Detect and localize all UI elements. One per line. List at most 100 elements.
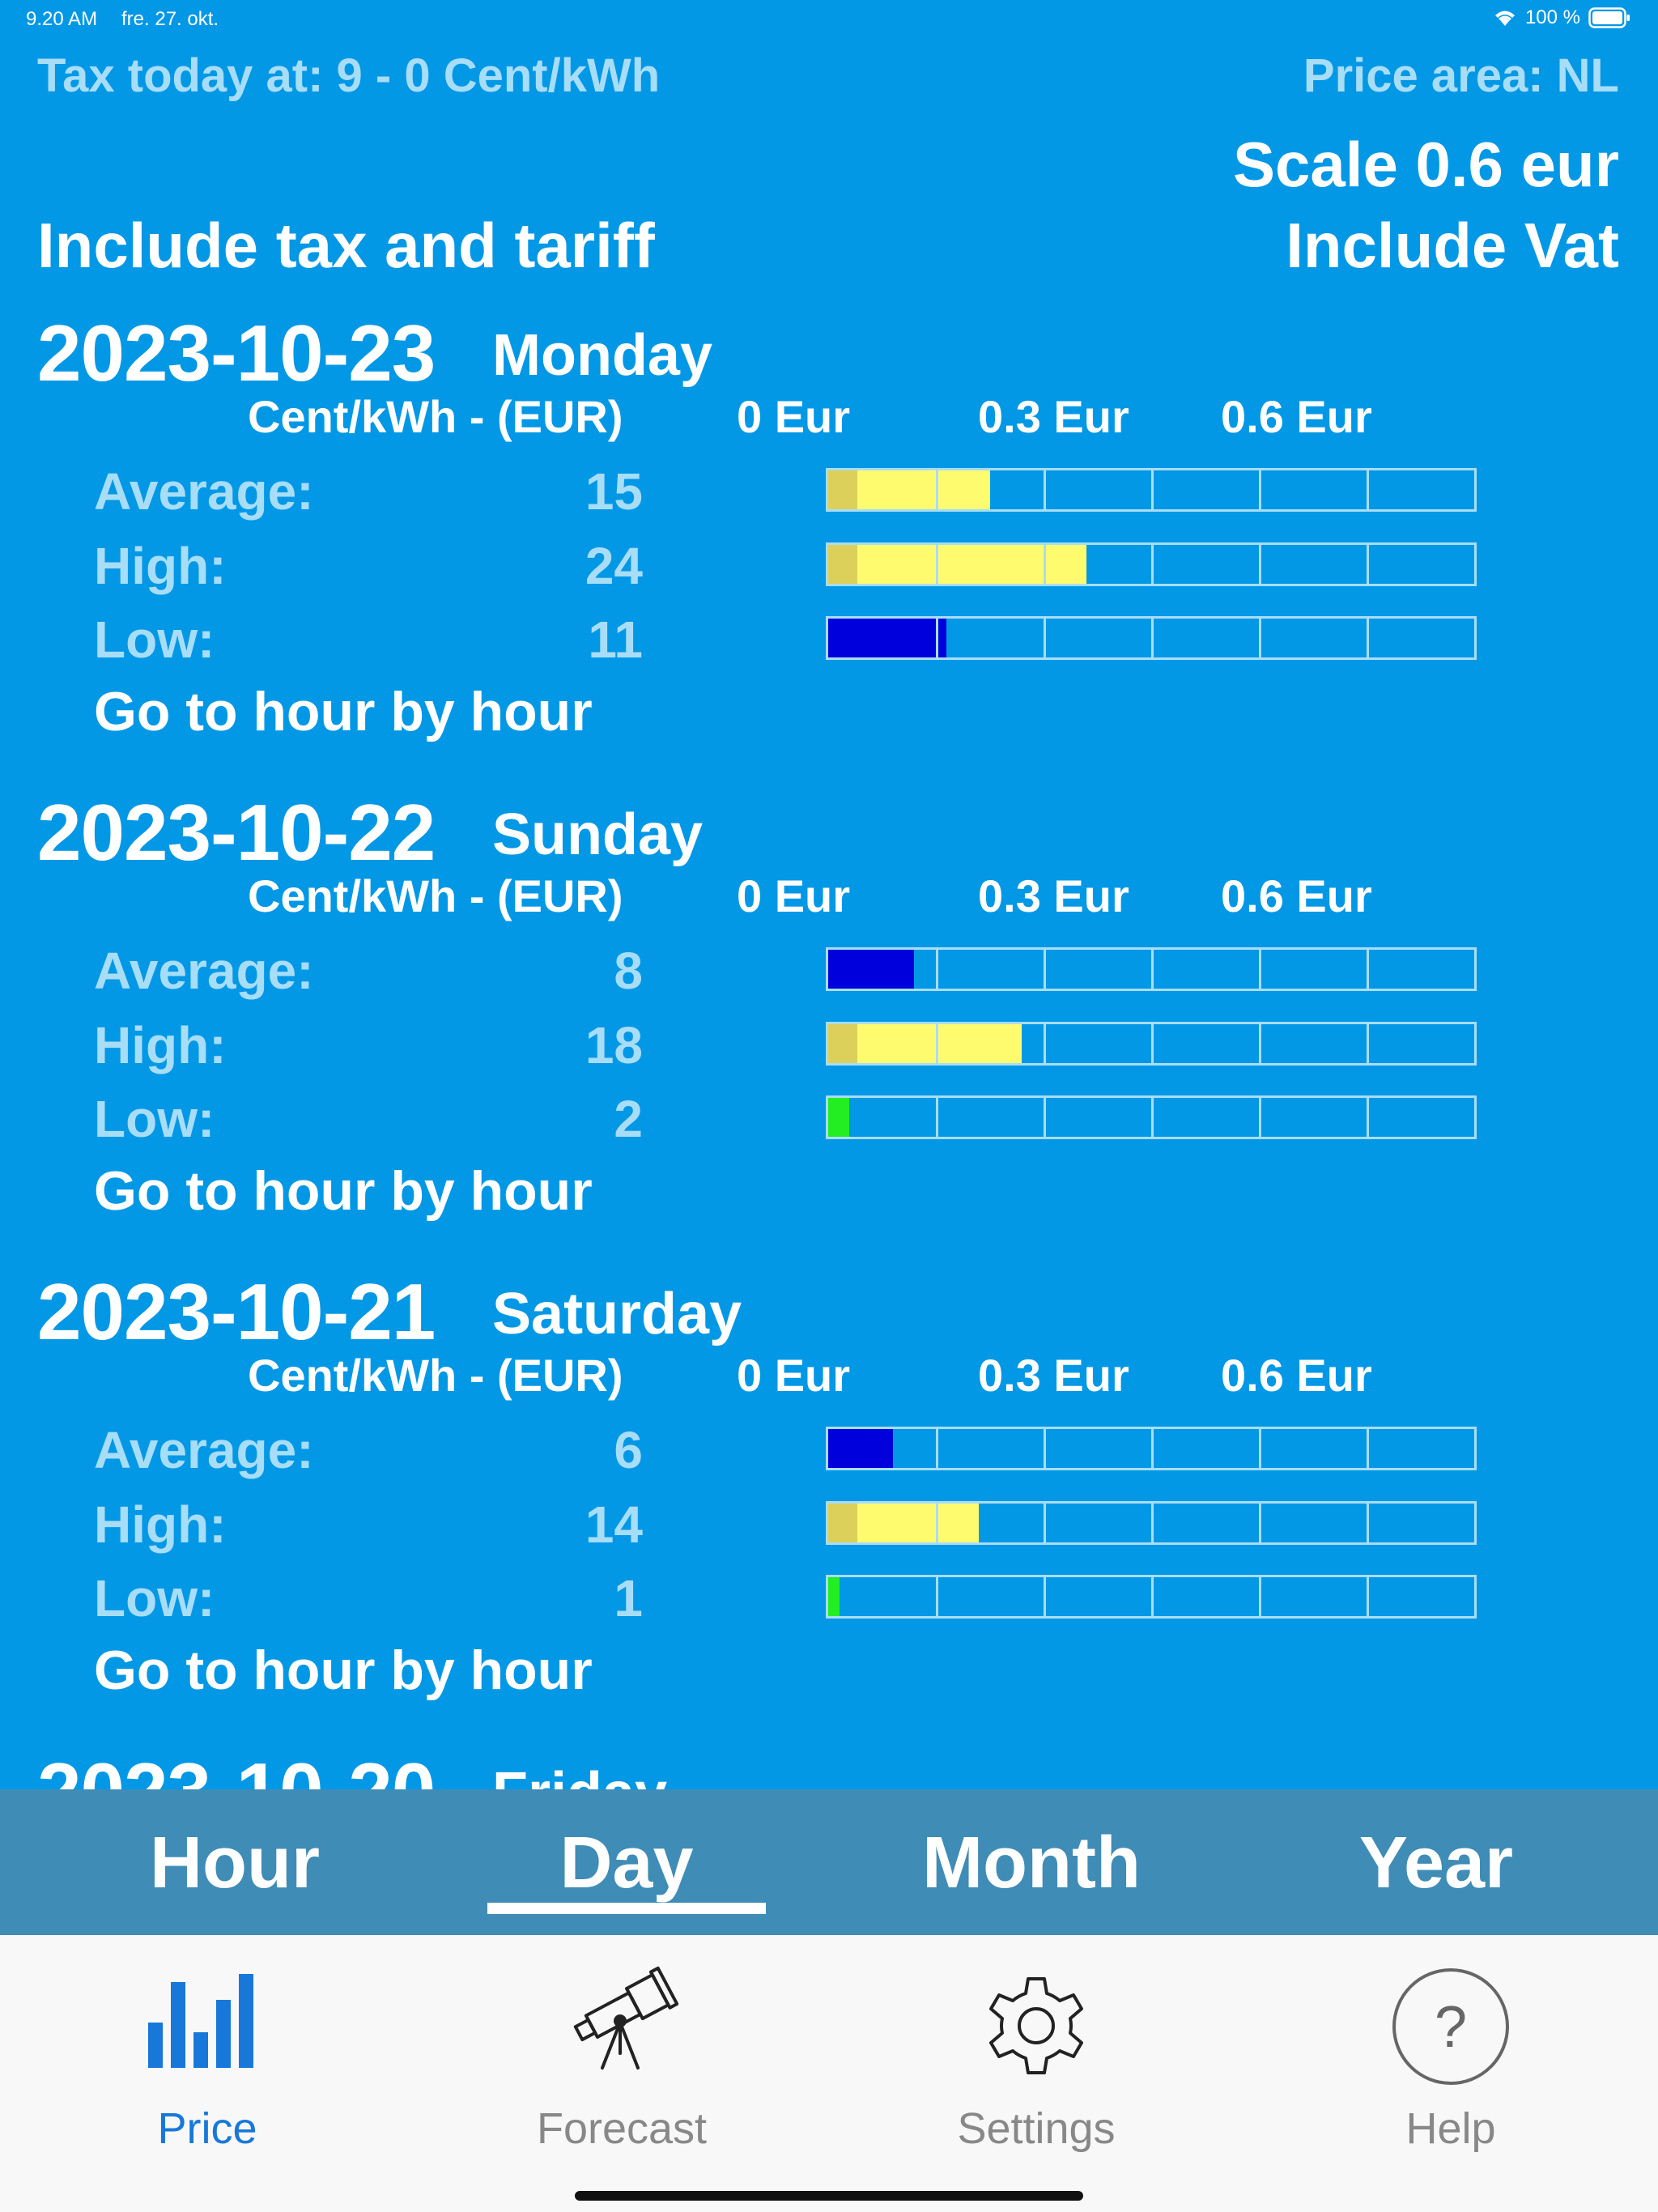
average-bar bbox=[826, 947, 1477, 991]
bar-chart-icon bbox=[147, 1966, 268, 2075]
bar-grid-line bbox=[935, 1024, 938, 1063]
bar-grid-line bbox=[935, 950, 938, 989]
battery-text: 100 % bbox=[1524, 6, 1580, 28]
goto-hour-link[interactable]: Go to hour by hour bbox=[94, 680, 593, 743]
status-date: fre. 27. okt. bbox=[121, 8, 219, 30]
high-value: 18 bbox=[585, 1016, 643, 1074]
bar-fill bbox=[828, 545, 1087, 584]
high-value: 14 bbox=[585, 1495, 643, 1554]
goto-hour-link[interactable]: Go to hour by hour bbox=[94, 1159, 593, 1223]
tab-settings[interactable]: Settings bbox=[829, 1935, 1244, 2178]
tab-bar: Price Forecast Settings ? Help bbox=[0, 1935, 1658, 2212]
bar-fill bbox=[828, 470, 990, 509]
bar-fill bbox=[828, 1098, 850, 1137]
bar-grid-line bbox=[1151, 1429, 1154, 1468]
segment-selected-indicator bbox=[487, 1903, 766, 1914]
tab-help[interactable]: ? Help bbox=[1244, 1935, 1658, 2178]
day-list[interactable]: 2023-10-23 Monday Cent/kWh - (EUR) 0 Eur… bbox=[0, 308, 1658, 1789]
bar-grid-line bbox=[1151, 950, 1154, 989]
bar-grid-line bbox=[1258, 1577, 1261, 1616]
day-weekday: Friday bbox=[492, 1760, 667, 1789]
bar-grid-line bbox=[1043, 545, 1046, 584]
scale-mid-label: 0.3 Eur bbox=[978, 870, 1129, 921]
scale-zero-label: 0 Eur bbox=[737, 1350, 851, 1401]
tab-label: Forecast bbox=[536, 2104, 708, 2153]
low-value: 1 bbox=[614, 1569, 643, 1627]
bar-grid-line bbox=[1043, 1024, 1046, 1063]
status-right: 100 % bbox=[1493, 6, 1630, 29]
bar-grid-line bbox=[1258, 545, 1261, 584]
tab-label: Price bbox=[157, 2104, 257, 2153]
telescope-icon bbox=[565, 1966, 679, 2075]
bar-grid-line bbox=[1043, 1098, 1046, 1137]
day-date: 2023-10-22 bbox=[37, 788, 436, 877]
scale-max-label: 0.6 Eur bbox=[1221, 391, 1372, 442]
tab-label: Help bbox=[1405, 2104, 1496, 2153]
low-label: Low: bbox=[94, 610, 215, 669]
bar-grid-line bbox=[935, 1098, 938, 1137]
low-value: 2 bbox=[614, 1090, 643, 1148]
average-value: 8 bbox=[614, 942, 643, 1000]
average-bar bbox=[826, 468, 1477, 512]
day-section: 2023-10-21 Saturday Cent/kWh - (EUR) 0 E… bbox=[0, 1266, 1658, 1746]
segment-month[interactable]: Month bbox=[902, 1822, 1161, 1905]
bar-grid-line bbox=[1258, 1429, 1261, 1468]
bar-grid-line bbox=[1258, 1098, 1261, 1137]
segment-day[interactable]: Day bbox=[497, 1822, 756, 1905]
bar-grid-line bbox=[1043, 619, 1046, 657]
scale-zero-label: 0 Eur bbox=[737, 870, 851, 921]
tab-price[interactable]: Price bbox=[0, 1935, 414, 2178]
bar-fill bbox=[828, 1577, 840, 1616]
home-indicator bbox=[575, 2191, 1083, 2201]
include-tax-label: Include tax and tariff bbox=[37, 210, 655, 281]
day-section: 2023-10-22 Sunday Cent/kWh - (EUR) 0 Eur… bbox=[0, 787, 1658, 1266]
bar-grid-line bbox=[1367, 950, 1369, 989]
high-label: High: bbox=[94, 1016, 227, 1074]
bar-grid-line bbox=[1258, 1504, 1261, 1542]
high-label: High: bbox=[94, 537, 227, 595]
day-date: 2023-10-23 bbox=[37, 308, 436, 398]
bar-fill bbox=[828, 1429, 893, 1468]
high-bar bbox=[826, 1022, 1477, 1066]
segment-hour[interactable]: Hour bbox=[105, 1822, 364, 1905]
bar-grid-line bbox=[1151, 619, 1154, 657]
average-value: 15 bbox=[585, 462, 643, 521]
day-weekday: Sunday bbox=[492, 802, 704, 867]
bar-grid-line bbox=[1258, 1024, 1261, 1063]
tab-label: Settings bbox=[957, 2104, 1116, 2153]
day-date: 2023-10-21 bbox=[37, 1267, 436, 1356]
scale-max-label: 0.6 Eur bbox=[1221, 870, 1372, 921]
bar-grid-line bbox=[1151, 1577, 1154, 1616]
svg-text:?: ? bbox=[1435, 1995, 1467, 2060]
period-segment-bar: Hour Day Month Year bbox=[0, 1789, 1658, 1935]
unit-label: Cent/kWh - (EUR) bbox=[248, 870, 623, 921]
bar-fill bbox=[828, 950, 915, 989]
low-bar bbox=[826, 1095, 1477, 1139]
average-value: 6 bbox=[614, 1421, 643, 1479]
bar-grid-line bbox=[1151, 545, 1154, 584]
bar-grid-line bbox=[1043, 470, 1046, 509]
bar-grid-line bbox=[935, 470, 938, 509]
bar-fill bbox=[828, 619, 947, 657]
segment-year[interactable]: Year bbox=[1307, 1822, 1566, 1905]
goto-hour-link[interactable]: Go to hour by hour bbox=[94, 1639, 593, 1702]
bar-grid-line bbox=[935, 619, 938, 657]
average-label: Average: bbox=[94, 1421, 314, 1479]
tab-forecast[interactable]: Forecast bbox=[414, 1935, 829, 2178]
unit-label: Cent/kWh - (EUR) bbox=[248, 391, 623, 442]
scale-label: Scale 0.6 eur bbox=[1233, 129, 1619, 200]
bar-grid-line bbox=[935, 1577, 938, 1616]
bar-grid-line bbox=[1151, 470, 1154, 509]
bar-grid-line bbox=[1258, 470, 1261, 509]
bar-grid-line bbox=[1258, 619, 1261, 657]
average-label: Average: bbox=[94, 462, 314, 521]
unit-label: Cent/kWh - (EUR) bbox=[248, 1350, 623, 1401]
bar-grid-line bbox=[1367, 619, 1369, 657]
day-weekday: Saturday bbox=[492, 1282, 742, 1346]
scale-zero-label: 0 Eur bbox=[737, 391, 851, 442]
help-icon: ? bbox=[1390, 1966, 1511, 2091]
status-bar: 9.20 AM fre. 27. okt. 100 % bbox=[0, 0, 1658, 39]
average-bar bbox=[826, 1427, 1477, 1470]
bar-grid-line bbox=[1151, 1504, 1154, 1542]
bar-grid-line bbox=[1367, 1504, 1369, 1542]
